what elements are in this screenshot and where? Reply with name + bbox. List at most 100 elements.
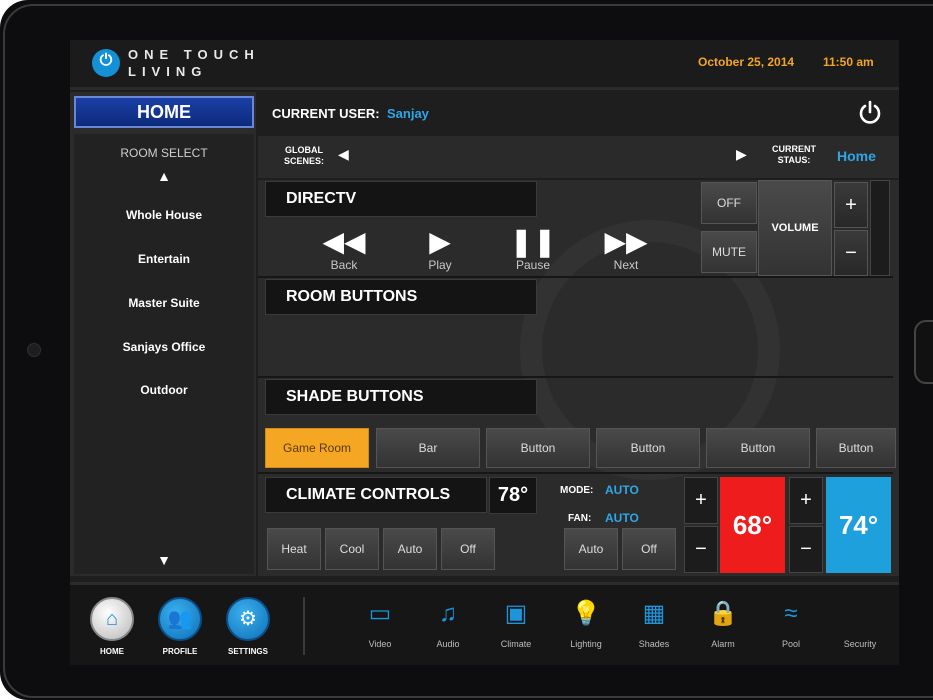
front-camera	[27, 343, 41, 357]
window-shade-icon: ▦	[642, 600, 666, 627]
users-icon: 👥	[167, 608, 193, 630]
scene-bar: GLOBAL SCENES: ◀ ▶ CURRENT STAUS: Home	[258, 136, 899, 178]
nav-settings-button[interactable]: ⚙	[226, 597, 270, 641]
transport-next[interactable]: ▶▶ Next	[601, 226, 651, 272]
mode-label: MODE:	[560, 485, 594, 496]
current-status-label: CURRENT STAUS:	[772, 144, 816, 166]
swimmer-icon: ≈	[784, 600, 798, 627]
shade-button-4[interactable]: Button	[596, 428, 700, 468]
brand-line-1: ONE TOUCH	[128, 47, 260, 62]
cool-setpoint-up-button[interactable]: +	[789, 477, 823, 524]
room-master-suite[interactable]: Master Suite	[74, 296, 254, 310]
nav-pool-label: Pool	[781, 639, 800, 649]
shade-button-6[interactable]: Button	[816, 428, 896, 468]
gears-icon: ⚙	[239, 608, 257, 630]
scroll-down-icon[interactable]: ▼	[74, 552, 254, 568]
nav-climate-label: Climate	[500, 639, 532, 649]
room-whole-house[interactable]: Whole House	[74, 208, 254, 222]
monitor-icon: ▭	[368, 600, 392, 627]
transport-back[interactable]: ◀◀ Back	[319, 226, 369, 272]
nav-audio-label: Audio	[436, 639, 460, 649]
scene-prev-icon[interactable]: ◀	[338, 146, 349, 163]
scene-next-icon[interactable]: ▶	[736, 146, 747, 163]
transport-next-label: Next	[613, 258, 639, 272]
tv-mute-button[interactable]: MUTE	[701, 231, 757, 273]
volume-up-button[interactable]: +	[834, 182, 868, 228]
heat-setpoint-down-button[interactable]: −	[684, 526, 718, 573]
nav-climate[interactable]: ▣ Climate	[490, 599, 542, 649]
sidebar: HOME ROOM SELECT ▲ Whole House Entertain…	[70, 92, 256, 576]
global-scenes-line2: SCENES:	[284, 156, 325, 166]
music-note-icon: ♫	[439, 600, 457, 627]
current-temperature: 78°	[489, 477, 537, 514]
scroll-up-icon[interactable]: ▲	[74, 168, 254, 184]
current-user-name[interactable]: Sanjay	[387, 106, 429, 121]
app-screen: ⏻ ONE TOUCH LIVING October 25, 2014 11:5…	[70, 40, 899, 665]
shade-button-5[interactable]: Button	[706, 428, 810, 468]
home-hardware-button[interactable]	[914, 320, 933, 384]
house-icon: ⌂	[105, 608, 119, 630]
nav-video[interactable]: ▭ Video	[354, 599, 406, 649]
heat-setpoint-up-button[interactable]: +	[684, 477, 718, 524]
shade-buttons-title: SHADE BUTTONS	[265, 379, 537, 415]
nav-profile-label: PROFILE	[162, 647, 198, 656]
nav-home-button[interactable]: ⌂	[90, 597, 134, 641]
main-content: DIRECTV ◀◀ Back ▶ Play ❚❚ Pause ▶▶ Next …	[258, 180, 899, 576]
tv-off-button[interactable]: OFF	[701, 182, 757, 224]
nav-audio[interactable]: ♫ Audio	[422, 599, 474, 649]
nav-security-label: Security	[843, 639, 877, 649]
volume-down-button[interactable]: −	[834, 230, 868, 276]
cool-mode-button[interactable]: Cool	[325, 528, 379, 570]
global-scenes-line1: GLOBAL	[285, 145, 323, 155]
lock-icon: 🔒	[708, 600, 738, 627]
nav-pool[interactable]: ≈ Pool	[765, 599, 817, 649]
transport-back-label: Back	[330, 258, 358, 272]
shade-button-3[interactable]: Button	[486, 428, 590, 468]
shade-button-game-room[interactable]: Game Room	[265, 428, 369, 468]
cool-setpoint-down-button[interactable]: −	[789, 526, 823, 573]
fast-forward-icon: ▶▶	[604, 226, 648, 257]
heat-mode-button[interactable]: Heat	[267, 528, 321, 570]
nav-alarm[interactable]: 🔒 Alarm	[697, 599, 749, 649]
nav-settings-label: SETTINGS	[227, 647, 268, 656]
auto-mode-button[interactable]: Auto	[383, 528, 437, 570]
fan-auto-button[interactable]: Auto	[564, 528, 618, 570]
global-scenes-label: GLOBAL SCENES:	[284, 145, 324, 167]
divider	[258, 376, 893, 378]
nav-security[interactable]: Security	[834, 599, 886, 649]
transport-pause[interactable]: ❚❚ Pause	[508, 226, 558, 272]
brand-line-2: LIVING	[128, 64, 208, 79]
room-sanjays-office[interactable]: Sanjays Office	[74, 340, 254, 354]
nav-shades[interactable]: ▦ Shades	[628, 599, 680, 649]
status-line2: STAUS:	[777, 155, 811, 165]
shade-button-bar[interactable]: Bar	[376, 428, 480, 468]
fan-label: FAN:	[568, 513, 592, 524]
play-icon: ▶	[429, 226, 451, 257]
header-time: 11:50 am	[823, 55, 874, 69]
mode-value: AUTO	[605, 483, 639, 497]
bottom-nav: ⌂ HOME 👥 PROFILE ⚙ SETTINGS ▭ Video ♫ Au…	[70, 582, 899, 665]
cool-setpoint: 74°	[826, 477, 891, 573]
bulb-icon: 💡	[571, 600, 601, 627]
nav-shades-label: Shades	[638, 639, 670, 649]
power-icon[interactable]	[857, 100, 883, 126]
camera-icon	[834, 599, 886, 629]
power-logo-icon: ⏻	[92, 49, 120, 77]
fan-off-button[interactable]: Off	[622, 528, 676, 570]
home-button[interactable]: HOME	[74, 96, 254, 128]
nav-lighting[interactable]: 💡 Lighting	[560, 599, 612, 649]
volume-scrollbar[interactable]	[870, 180, 890, 276]
nav-lighting-label: Lighting	[570, 639, 602, 649]
transport-pause-label: Pause	[515, 258, 551, 272]
nav-home-label: HOME	[100, 647, 124, 656]
status-line1: CURRENT	[772, 144, 816, 154]
room-outdoor[interactable]: Outdoor	[74, 383, 254, 397]
volume-label: VOLUME	[758, 180, 832, 276]
off-mode-button[interactable]: Off	[441, 528, 495, 570]
nav-profile-button[interactable]: 👥	[158, 597, 202, 641]
room-entertain[interactable]: Entertain	[74, 252, 254, 266]
transport-play[interactable]: ▶ Play	[415, 226, 465, 272]
room-buttons-title: ROOM BUTTONS	[265, 279, 537, 315]
rewind-icon: ◀◀	[322, 226, 366, 257]
nav-separator	[303, 597, 305, 655]
